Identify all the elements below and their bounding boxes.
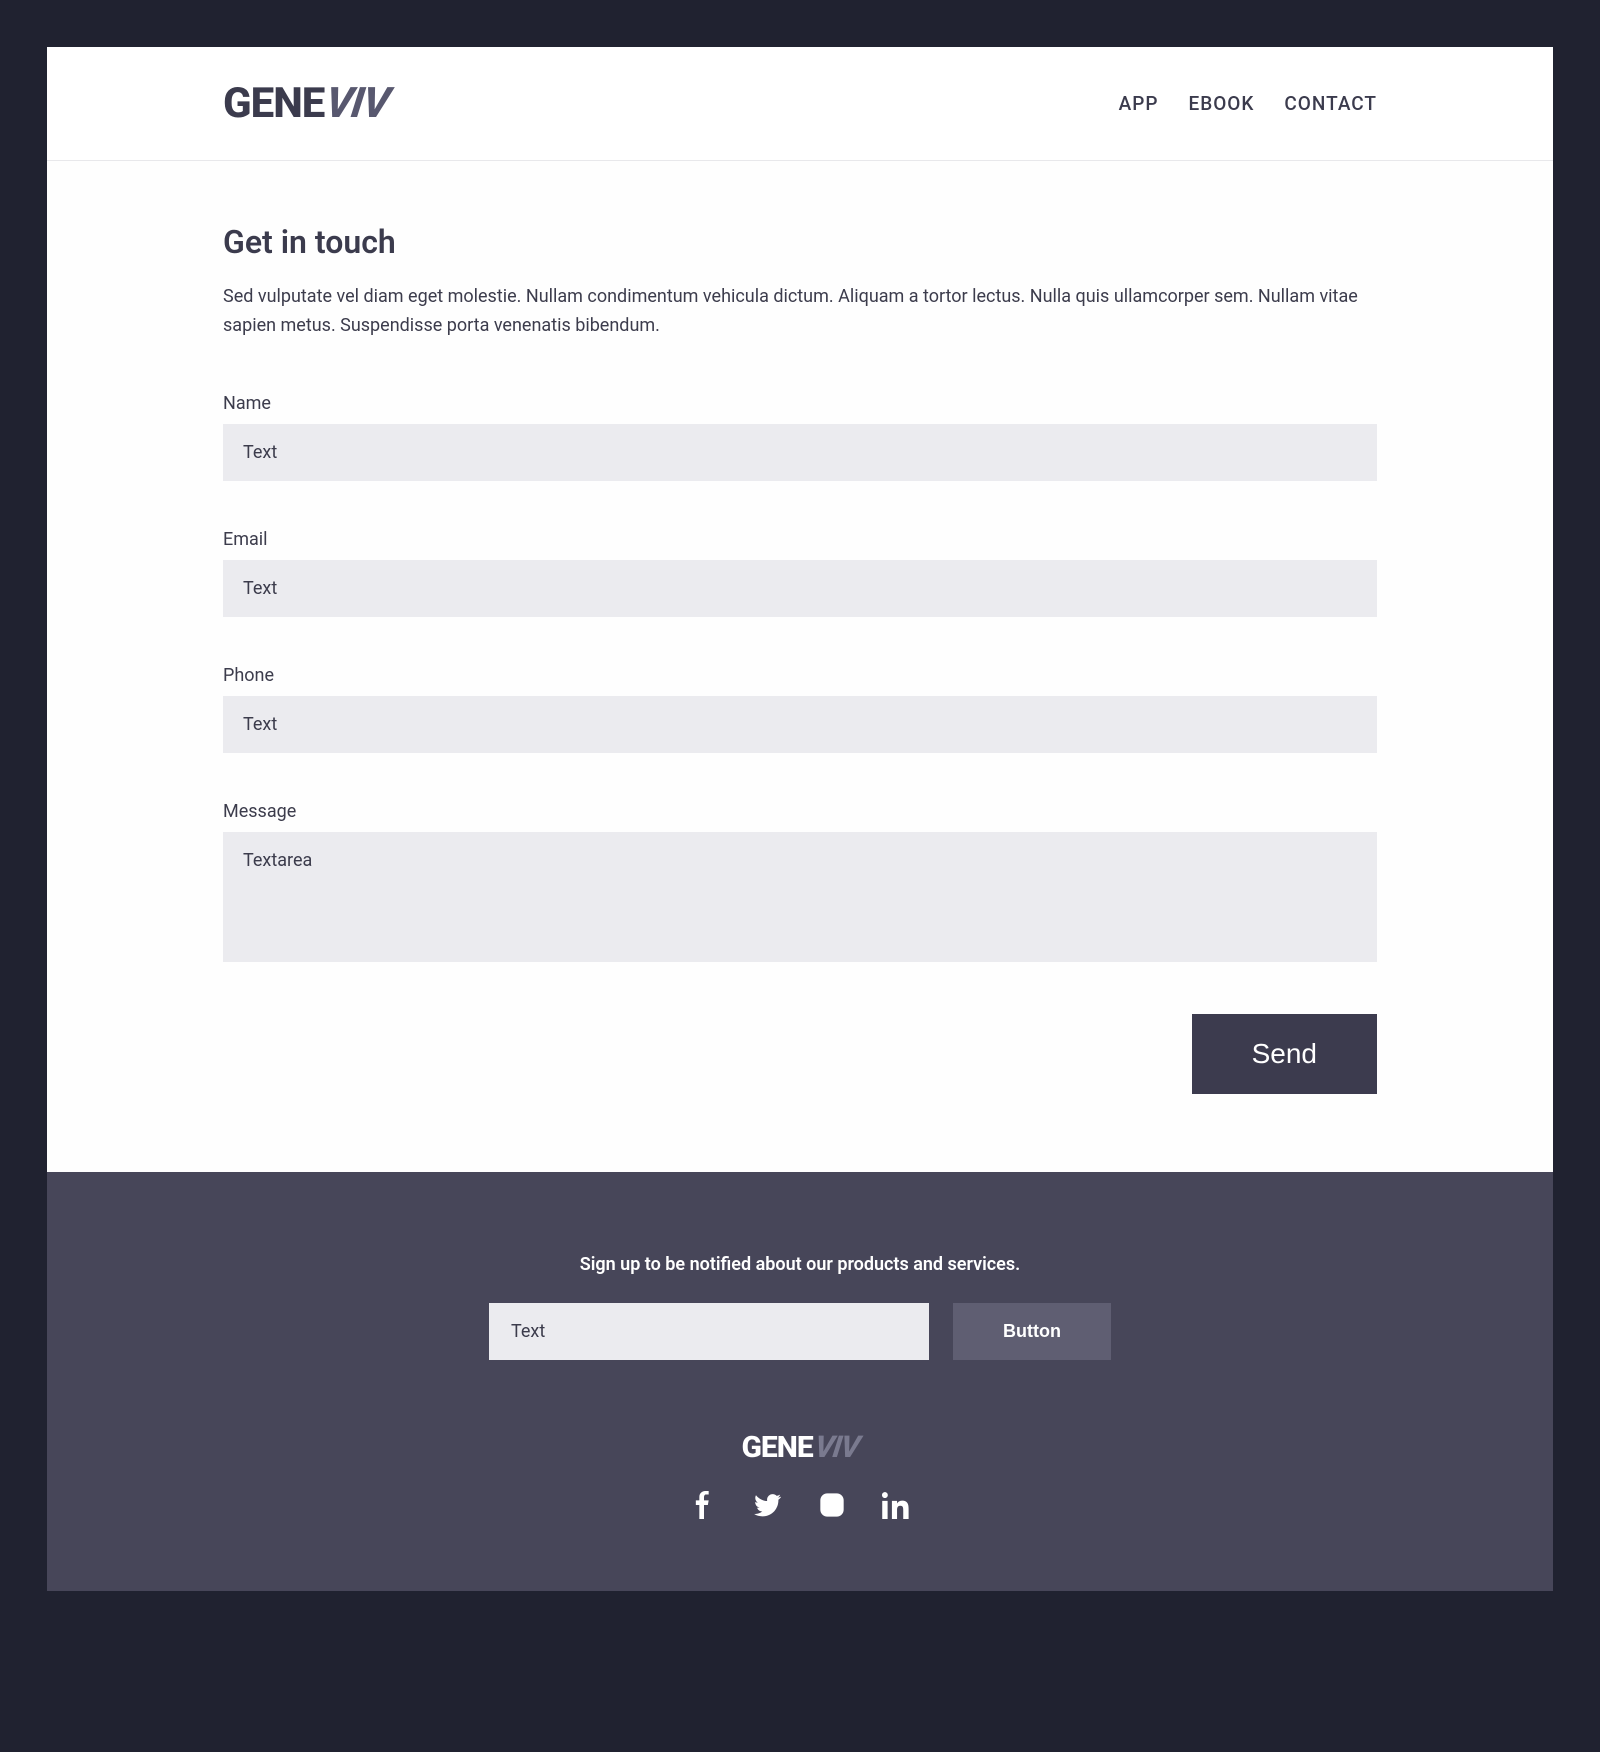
label-message: Message (223, 801, 1377, 822)
nav-item-ebook[interactable]: EBOOK (1188, 92, 1254, 115)
page-intro: Sed vulputate vel diam eget molestie. Nu… (223, 283, 1377, 341)
social-links (223, 1491, 1377, 1519)
send-button[interactable]: Send (1192, 1014, 1377, 1094)
field-email: Email (223, 529, 1377, 617)
site-footer: Sign up to be notified about our product… (47, 1172, 1553, 1591)
brand-logo-part2: VIV (323, 79, 393, 128)
input-name[interactable] (223, 424, 1377, 481)
brand-logo[interactable]: GENE VIV (223, 79, 389, 128)
footer-logo[interactable]: GENE VIV (223, 1430, 1377, 1465)
field-message: Message (223, 801, 1377, 966)
linkedin-icon[interactable] (882, 1491, 910, 1519)
page-wrap: GENE VIV APP EBOOK CONTACT Get in touch … (47, 47, 1553, 1591)
footer-logo-part1: GENE (741, 1430, 812, 1465)
label-email: Email (223, 529, 1377, 550)
twitter-icon[interactable] (754, 1491, 782, 1519)
facebook-icon[interactable] (690, 1491, 718, 1519)
site-header: GENE VIV APP EBOOK CONTACT (47, 47, 1553, 161)
field-phone: Phone (223, 665, 1377, 753)
nav-item-app[interactable]: APP (1119, 92, 1159, 115)
input-email[interactable] (223, 560, 1377, 617)
main-content: Get in touch Sed vulputate vel diam eget… (47, 161, 1553, 1172)
signup-row: Button (223, 1303, 1377, 1360)
field-name: Name (223, 393, 1377, 481)
signup-text: Sign up to be notified about our product… (223, 1254, 1377, 1275)
footer-logo-part2: VIV (812, 1430, 861, 1465)
main-nav: APP EBOOK CONTACT (1119, 92, 1377, 115)
brand-logo-part1: GENE (223, 79, 324, 128)
signup-email-input[interactable] (489, 1303, 929, 1360)
label-name: Name (223, 393, 1377, 414)
instagram-icon[interactable] (818, 1491, 846, 1519)
label-phone: Phone (223, 665, 1377, 686)
signup-button[interactable]: Button (953, 1303, 1111, 1360)
input-message[interactable] (223, 832, 1377, 962)
form-actions: Send (223, 1014, 1377, 1094)
nav-item-contact[interactable]: CONTACT (1284, 92, 1377, 115)
input-phone[interactable] (223, 696, 1377, 753)
page-title: Get in touch (223, 223, 1377, 261)
